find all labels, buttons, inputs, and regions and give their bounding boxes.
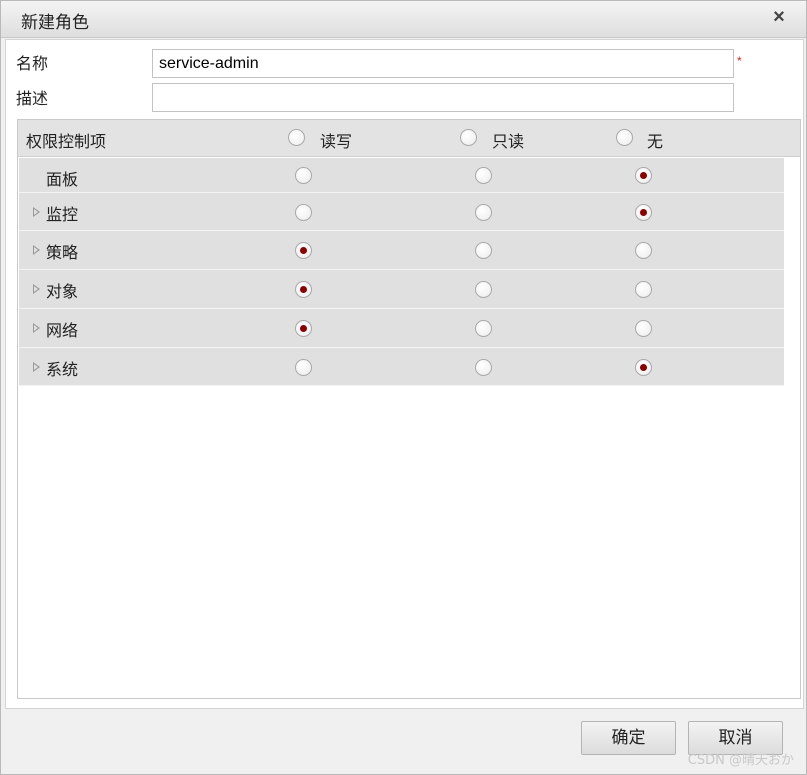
description-label: 描述 xyxy=(16,89,49,108)
radio-none[interactable] xyxy=(635,281,652,298)
radio-read-only[interactable] xyxy=(475,281,492,298)
header-option-read-only: 只读 xyxy=(492,132,525,151)
permission-row: 系统 xyxy=(19,348,784,386)
permission-row: 对象 xyxy=(19,270,784,309)
permission-row-label: 网络 xyxy=(46,321,79,340)
radio-read-write[interactable] xyxy=(295,281,312,298)
permissions-panel: 权限控制项 读写 只读 无 面板监控策略对象网络系统 xyxy=(17,119,801,699)
dialog-titlebar: 新建角色 × xyxy=(1,1,806,38)
radio-read-only[interactable] xyxy=(475,320,492,337)
header-radio-read-only[interactable] xyxy=(460,129,477,146)
expand-triangle-icon[interactable] xyxy=(33,207,40,217)
radio-read-write[interactable] xyxy=(295,242,312,259)
header-option-read-write: 读写 xyxy=(320,132,353,151)
radio-none[interactable] xyxy=(635,167,652,184)
radio-read-only[interactable] xyxy=(475,167,492,184)
dialog-footer: 确定 取消 CSDN @晴天おか xyxy=(1,709,806,774)
radio-read-only[interactable] xyxy=(475,359,492,376)
expand-triangle-icon[interactable] xyxy=(33,245,40,255)
close-icon[interactable]: × xyxy=(768,5,790,29)
required-mark: * xyxy=(737,54,742,68)
header-radio-read-write[interactable] xyxy=(288,129,305,146)
permission-row-label: 策略 xyxy=(46,243,79,262)
expand-triangle-icon[interactable] xyxy=(33,284,40,294)
radio-read-write[interactable] xyxy=(295,359,312,376)
header-radio-none[interactable] xyxy=(616,129,633,146)
permission-row-label: 对象 xyxy=(46,282,79,301)
permissions-header-label: 权限控制项 xyxy=(26,132,107,151)
radio-read-write[interactable] xyxy=(295,167,312,184)
radio-none[interactable] xyxy=(635,242,652,259)
dialog-content: 名称 service-admin * 描述 权限控制项 读写 只读 无 面板监控… xyxy=(5,39,804,709)
expand-triangle-icon[interactable] xyxy=(33,362,40,372)
permission-row: 面板 xyxy=(19,158,784,193)
permissions-header: 权限控制项 读写 只读 无 xyxy=(18,120,800,157)
radio-read-write[interactable] xyxy=(295,320,312,337)
permission-row: 策略 xyxy=(19,231,784,270)
permission-row: 网络 xyxy=(19,309,784,348)
permission-row-label: 系统 xyxy=(46,360,79,379)
name-label: 名称 xyxy=(16,54,49,73)
confirm-button[interactable]: 确定 xyxy=(581,721,676,755)
radio-read-write[interactable] xyxy=(295,204,312,221)
dialog-title: 新建角色 xyxy=(21,13,89,33)
header-option-none: 无 xyxy=(647,132,664,151)
new-role-dialog: 新建角色 × 名称 service-admin * 描述 权限控制项 读写 只读… xyxy=(0,0,807,775)
name-input[interactable]: service-admin xyxy=(152,49,734,78)
permission-row-label: 监控 xyxy=(46,205,79,224)
watermark: CSDN @晴天おか xyxy=(687,753,794,768)
permission-row: 监控 xyxy=(19,193,784,231)
permission-row-label: 面板 xyxy=(46,170,79,189)
radio-read-only[interactable] xyxy=(475,204,492,221)
radio-none[interactable] xyxy=(635,359,652,376)
radio-none[interactable] xyxy=(635,320,652,337)
expand-triangle-icon[interactable] xyxy=(33,323,40,333)
description-input[interactable] xyxy=(152,83,734,112)
radio-read-only[interactable] xyxy=(475,242,492,259)
radio-none[interactable] xyxy=(635,204,652,221)
